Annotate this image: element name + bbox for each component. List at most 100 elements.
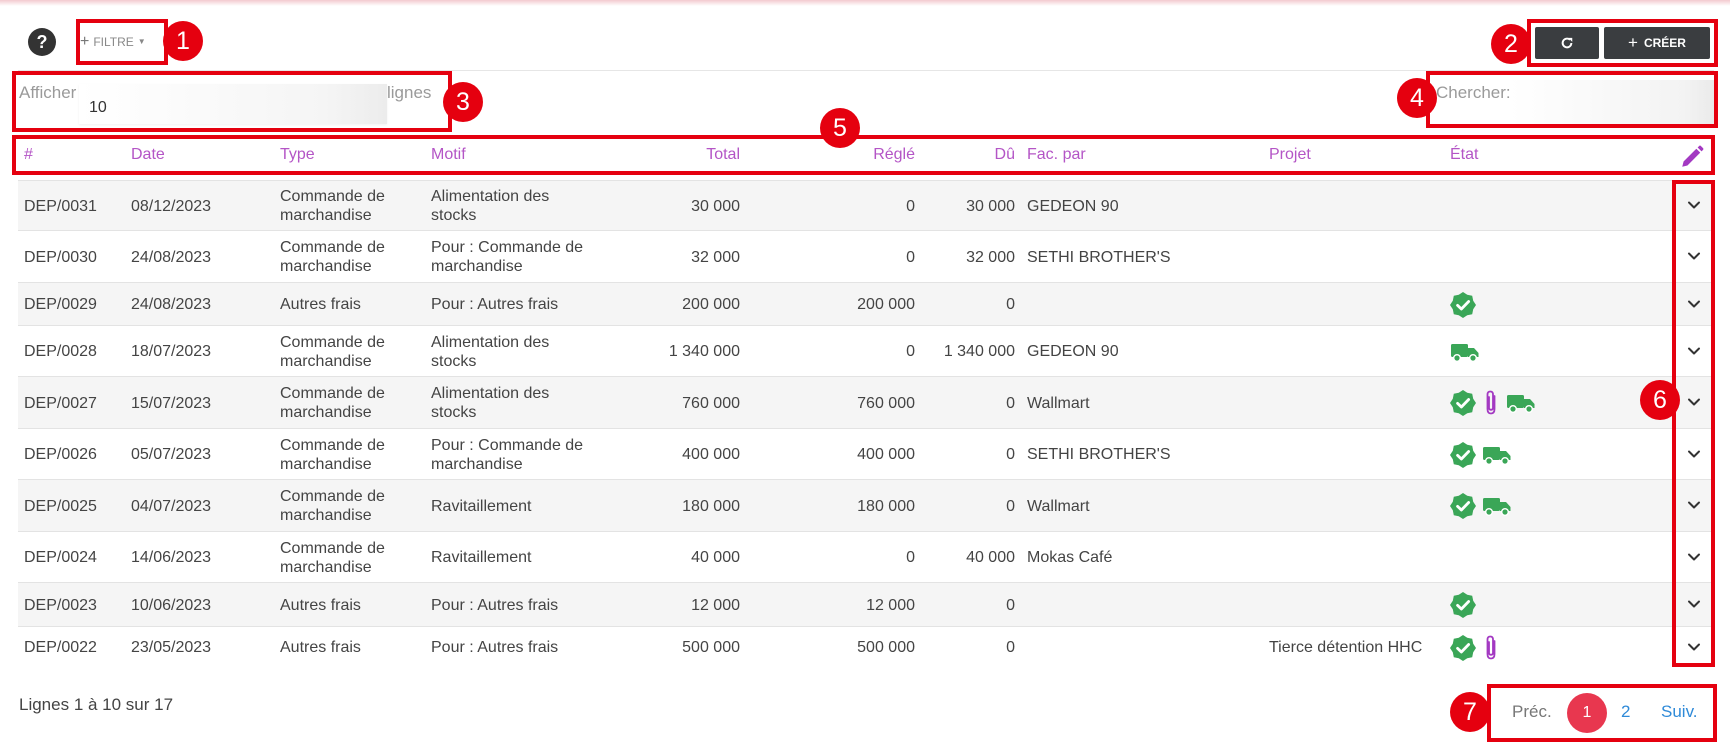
table-row[interactable]: DEP/0026 05/07/2023 Commande de marchandise… xyxy=(18,428,1714,479)
chevron-down-icon[interactable] xyxy=(1686,639,1702,655)
table-row[interactable]: DEP/0023 10/06/2023 Autres frais Pour : Aut… xyxy=(18,582,1714,626)
truck-icon xyxy=(1451,343,1479,362)
cell-type: Commande de marchandise xyxy=(280,539,420,577)
annotation-box-5 xyxy=(12,135,1715,175)
cell-line: stocks xyxy=(431,207,477,224)
annotation-badge-4: 4 xyxy=(1397,78,1437,118)
cell-line: Pour : Autres frais xyxy=(431,596,559,614)
status-icons xyxy=(1450,441,1512,469)
chevron-down-icon[interactable] xyxy=(1686,394,1702,410)
cell-date: 04/07/2023 xyxy=(131,497,212,515)
cell-line: marchandise xyxy=(431,455,523,473)
cell-line: marchandise xyxy=(280,455,372,473)
cell-line: Commande de xyxy=(280,488,385,505)
status-icons xyxy=(1450,634,1500,662)
chevron-down-icon[interactable] xyxy=(1686,343,1702,359)
cell-type: Autres frais xyxy=(280,295,420,314)
cell-number: DEP/0023 xyxy=(24,596,97,614)
truck-icon xyxy=(1483,498,1511,516)
cell-facpar: Wallmart xyxy=(1027,394,1090,412)
cell-line: Ravitaillement xyxy=(431,549,532,566)
cell-du: 0 xyxy=(1006,639,1015,656)
truck-icon xyxy=(1507,395,1535,413)
cell-facpar: GEDEON 90 xyxy=(1027,343,1119,360)
truck-icon xyxy=(1483,446,1511,465)
verified-icon xyxy=(1450,493,1476,519)
annotation-box-7 xyxy=(1487,684,1717,742)
cell-date: 24/08/2023 xyxy=(131,248,212,266)
table-row[interactable]: DEP/0030 24/08/2023 Commande de marchandise… xyxy=(18,230,1714,282)
annotation-badge-3: 3 xyxy=(443,82,483,122)
cell-line: marchandise xyxy=(280,507,372,524)
cell-line: Pour : Commande de xyxy=(431,436,584,454)
cell-type: Commande de marchandise xyxy=(280,187,420,225)
cell-type: Commande de marchandise xyxy=(280,487,420,525)
annotation-box-1 xyxy=(76,19,168,65)
chevron-down-icon[interactable] xyxy=(1686,197,1702,213)
verified-icon xyxy=(1450,441,1476,468)
cell-line: Commande de xyxy=(280,333,385,351)
cell-number: DEP/0028 xyxy=(24,343,97,360)
cell-line: Pour : Commande de xyxy=(431,239,584,256)
cell-type: Commande de marchandise xyxy=(280,333,420,371)
cell-line: Autres frais xyxy=(280,596,361,614)
cell-motif: Pour : Autres frais xyxy=(431,638,611,657)
cell-line: Commande de xyxy=(280,436,385,454)
table-row[interactable]: DEP/0029 24/08/2023 Autres frais Pour : Aut… xyxy=(18,282,1714,325)
cell-line: marchandise xyxy=(280,207,372,224)
cell-date: 08/12/2023 xyxy=(131,197,212,215)
cell-type: Commande de marchandise xyxy=(280,436,420,474)
chevron-down-icon[interactable] xyxy=(1686,296,1702,312)
cell-facpar: Mokas Café xyxy=(1027,549,1113,566)
cell-total: 760 000 xyxy=(682,394,740,412)
annotation-box-3 xyxy=(12,71,452,132)
cell-motif: Pour : Commande de marchandise xyxy=(431,238,611,276)
table-row[interactable]: DEP/0025 04/07/2023 Commande de marchandise… xyxy=(18,479,1714,531)
cell-facpar: GEDEON 90 xyxy=(1027,197,1119,215)
cell-motif: Pour : Autres frais xyxy=(431,295,611,314)
help-icon[interactable]: ? xyxy=(28,28,56,56)
status-icons xyxy=(1450,338,1480,366)
annotation-badge-1: 1 xyxy=(163,21,203,61)
table-row[interactable]: DEP/0027 15/07/2023 Commande de marchandise… xyxy=(18,376,1714,428)
top-edge-shadow xyxy=(0,0,1730,6)
cell-du: 40 000 xyxy=(966,549,1015,566)
cell-du: 30 000 xyxy=(966,197,1015,215)
cell-motif: Ravitaillement xyxy=(431,497,611,516)
cell-number: DEP/0025 xyxy=(24,497,97,515)
cell-date: 14/06/2023 xyxy=(131,549,212,566)
cell-line: Autres frais xyxy=(280,296,361,313)
annotation-box-4 xyxy=(1426,71,1718,128)
cell-line: marchandise xyxy=(280,404,372,421)
table-row[interactable]: DEP/0022 23/05/2023 Autres frais Pour : Aut… xyxy=(18,626,1714,667)
cell-line: marchandise xyxy=(280,558,372,576)
cell-du: 0 xyxy=(1006,497,1015,515)
cell-line: Pour : Autres frais xyxy=(431,296,559,313)
chevron-down-icon[interactable] xyxy=(1686,248,1702,264)
cell-du: 0 xyxy=(1006,596,1015,614)
cell-du: 1 340 000 xyxy=(943,343,1015,360)
cell-type: Autres frais xyxy=(280,638,420,657)
cell-number: DEP/0030 xyxy=(24,248,97,266)
cell-date: 10/06/2023 xyxy=(131,596,212,614)
paperclip-icon xyxy=(1486,390,1496,415)
annotation-badge-7: 7 xyxy=(1450,692,1490,732)
table-row[interactable]: DEP/0028 18/07/2023 Commande de marchandise… xyxy=(18,325,1714,376)
cell-line: marchandise xyxy=(431,258,523,275)
table-row[interactable]: DEP/0031 08/12/2023 Commande de marchandise… xyxy=(18,180,1714,230)
cell-motif: Alimentation des stocks xyxy=(431,187,611,225)
cell-motif: Pour : Commande de marchandise xyxy=(431,436,611,474)
table-row[interactable]: DEP/0024 14/06/2023 Commande de marchandise… xyxy=(18,531,1714,582)
cell-motif: Pour : Autres frais xyxy=(431,596,611,615)
cell-total: 40 000 xyxy=(691,549,740,566)
chevron-down-icon[interactable] xyxy=(1686,549,1702,565)
cell-motif: Alimentation des stocks xyxy=(431,384,611,422)
cell-du: 0 xyxy=(1006,296,1015,313)
chevron-down-icon[interactable] xyxy=(1686,497,1702,513)
cell-projet: Tierce détention HHC xyxy=(1269,639,1423,656)
cell-total: 200 000 xyxy=(682,296,740,313)
cell-line: Commande de xyxy=(280,539,385,557)
chevron-down-icon[interactable] xyxy=(1686,446,1702,462)
cell-line: Pour : Autres frais xyxy=(431,639,559,656)
chevron-down-icon[interactable] xyxy=(1686,596,1702,612)
